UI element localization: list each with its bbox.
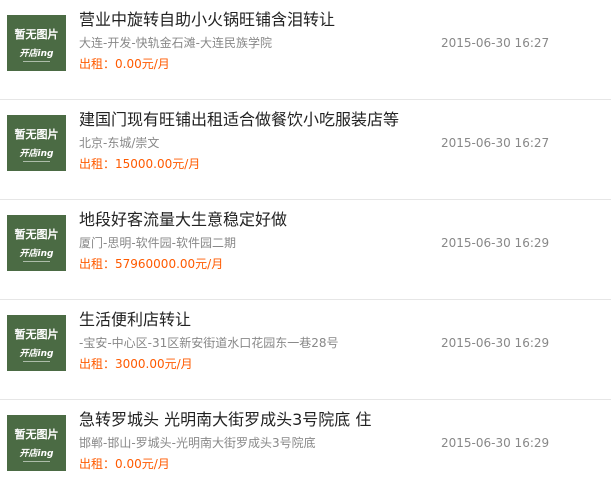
thumbnail-logo-text: 开店ing [19, 249, 54, 259]
listing-title-link[interactable]: 建国门现有旺铺出租适合做餐饮小吃服装店等 [79, 108, 399, 132]
thumbnail-divider [23, 461, 50, 462]
thumbnail-placeholder-text: 暂无图片 [14, 328, 59, 341]
listing-title-link[interactable]: 营业中旋转自助小火锅旺铺含泪转让 [79, 8, 335, 32]
listing-date: 2015-06-30 16:29 [441, 336, 550, 350]
listing-item[interactable]: 暂无图片 开店ing 营业中旋转自助小火锅旺铺含泪转让 大连-开发-快轨金石滩-… [0, 0, 611, 100]
listing-price: 出租：3000.00元/月 [79, 357, 193, 371]
thumbnail-logo-text: 开店ing [19, 349, 54, 359]
listing-thumbnail[interactable]: 暂无图片 开店ing [7, 415, 66, 471]
listing-date: 2015-06-30 16:27 [441, 36, 550, 50]
thumbnail-placeholder-text: 暂无图片 [14, 128, 59, 141]
listing-thumbnail[interactable]: 暂无图片 开店ing [7, 215, 66, 271]
listing-list: 暂无图片 开店ing 营业中旋转自助小火锅旺铺含泪转让 大连-开发-快轨金石滩-… [0, 0, 611, 500]
listing-date: 2015-06-30 16:29 [441, 236, 550, 250]
listing-location: 北京-东城/崇文 [79, 136, 160, 150]
thumbnail-logo-text: 开店ing [19, 449, 54, 459]
listing-price: 出租：0.00元/月 [79, 457, 170, 471]
listing-item[interactable]: 暂无图片 开店ing 地段好客流量大生意稳定好做 厦门-思明-软件园-软件园二期… [0, 200, 611, 300]
thumbnail-logo-text: 开店ing [19, 49, 54, 59]
listing-item[interactable]: 暂无图片 开店ing 急转罗城头 光明南大街罗成头3号院底 住 邯郸-邯山-罗城… [0, 400, 611, 500]
listing-thumbnail[interactable]: 暂无图片 开店ing [7, 315, 66, 371]
listing-item[interactable]: 暂无图片 开店ing 生活便利店转让 -宝安-中心区-31区新安街道水口花园东一… [0, 300, 611, 400]
listing-price: 出租：15000.00元/月 [79, 157, 201, 171]
listing-title-link[interactable]: 急转罗城头 光明南大街罗成头3号院底 住 [79, 408, 371, 432]
thumbnail-placeholder-text: 暂无图片 [14, 28, 59, 41]
listing-price: 出租：57960000.00元/月 [79, 257, 224, 271]
thumbnail-placeholder-text: 暂无图片 [14, 428, 59, 441]
thumbnail-divider [23, 161, 50, 162]
listing-location: -宝安-中心区-31区新安街道水口花园东一巷28号 [79, 336, 339, 350]
listing-item[interactable]: 暂无图片 开店ing 建国门现有旺铺出租适合做餐饮小吃服装店等 北京-东城/崇文… [0, 100, 611, 200]
thumbnail-divider [23, 361, 50, 362]
listing-thumbnail[interactable]: 暂无图片 开店ing [7, 15, 66, 71]
listing-location: 厦门-思明-软件园-软件园二期 [79, 236, 236, 250]
listing-title-link[interactable]: 地段好客流量大生意稳定好做 [79, 208, 287, 232]
thumbnail-divider [23, 261, 50, 262]
listing-location: 邯郸-邯山-罗城头-光明南大街罗成头3号院底 [79, 436, 316, 450]
listing-location: 大连-开发-快轨金石滩-大连民族学院 [79, 36, 272, 50]
listing-thumbnail[interactable]: 暂无图片 开店ing [7, 115, 66, 171]
thumbnail-logo-text: 开店ing [19, 149, 54, 159]
listing-price: 出租：0.00元/月 [79, 57, 170, 71]
thumbnail-placeholder-text: 暂无图片 [14, 228, 59, 241]
listing-date: 2015-06-30 16:29 [441, 436, 550, 450]
listing-date: 2015-06-30 16:27 [441, 136, 550, 150]
listing-title-link[interactable]: 生活便利店转让 [79, 308, 191, 332]
thumbnail-divider [23, 61, 50, 62]
